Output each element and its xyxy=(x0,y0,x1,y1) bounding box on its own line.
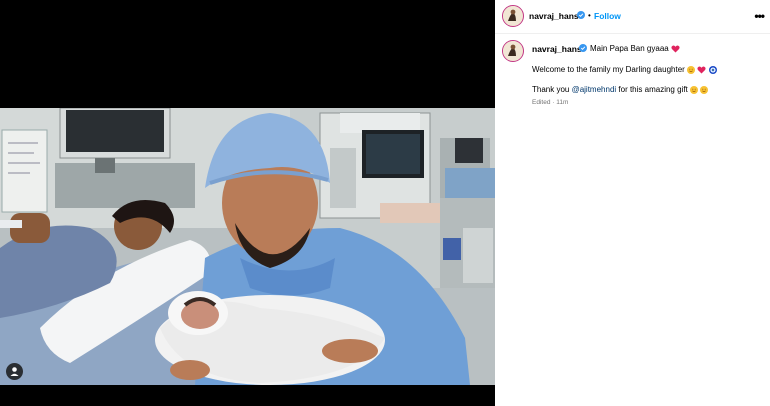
caption-line-2: Welcome to the family my Darling daughte… xyxy=(532,65,717,74)
post-photo[interactable] xyxy=(0,108,495,385)
mention-link[interactable]: @ajitmehndi xyxy=(572,85,617,94)
verified-badge-icon xyxy=(577,11,585,19)
caption-line-3: Thank you @ajitmehndi for this amazing g… xyxy=(532,85,709,94)
caption-author-avatar[interactable] xyxy=(502,40,524,62)
separator-dot: • xyxy=(588,11,591,20)
author-username[interactable]: navraj_hans xyxy=(529,11,579,21)
post-details-panel: navraj_hans • Follow ••• navraj_hans Mai… xyxy=(495,0,770,406)
caption-headline-text: Main Papa Ban gyaaa xyxy=(590,44,669,53)
evil-eye-emoji-icon xyxy=(708,65,717,74)
caption-line-3-prefix: Thank you xyxy=(532,85,572,94)
caption-headline: Main Papa Ban gyaaa xyxy=(590,44,680,53)
caption-verified-badge-icon xyxy=(579,44,587,52)
blushing-face-emoji-icon-2 xyxy=(700,85,709,94)
heart-emoji-icon xyxy=(671,45,680,53)
author-avatar[interactable] xyxy=(502,5,524,27)
more-options-icon[interactable]: ••• xyxy=(754,9,765,23)
post-media xyxy=(0,0,495,406)
blushing-face-emoji-icon xyxy=(690,85,698,94)
red-heart-emoji-icon xyxy=(697,66,706,74)
edited-timestamp: Edited · 11m xyxy=(532,99,569,106)
caption-line-2-text: Welcome to the family my Darling daughte… xyxy=(532,65,685,74)
caption-username[interactable]: navraj_hans xyxy=(532,44,582,54)
post-header: navraj_hans • Follow ••• xyxy=(495,0,770,34)
smiling-face-emoji-icon xyxy=(687,65,696,74)
user-tag-icon[interactable] xyxy=(6,363,23,380)
caption-line-3-suffix: for this amazing gift xyxy=(616,85,688,94)
follow-button[interactable]: Follow xyxy=(594,11,621,21)
hospital-birth-photo xyxy=(0,108,495,385)
